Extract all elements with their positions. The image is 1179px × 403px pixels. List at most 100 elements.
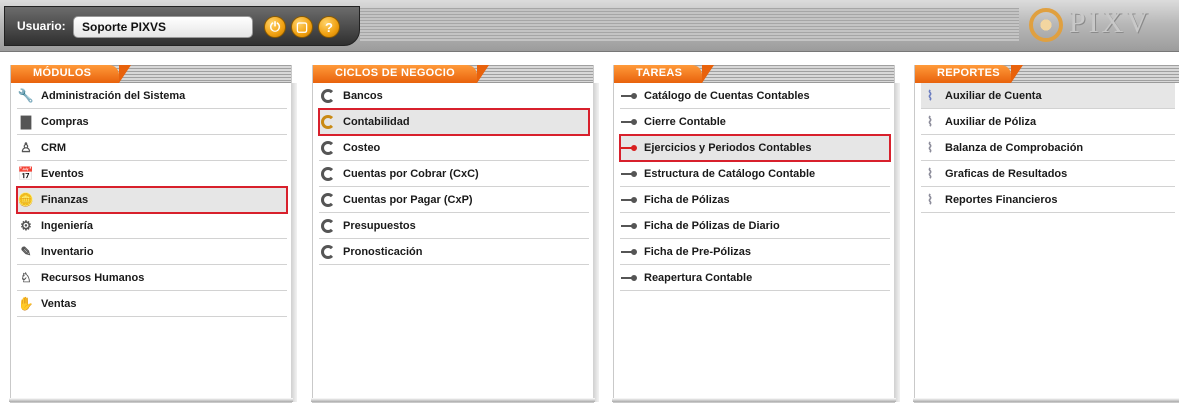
cycle-pronosticacion[interactable]: Pronosticación [319,239,589,265]
panel-edge [593,83,599,402]
cycle-label: Pronosticación [343,245,423,258]
module-recursos-humanos[interactable]: ♘ Recursos Humanos [17,265,287,291]
reportes-tab: REPORTES [915,65,1023,83]
cycle-label: Contabilidad [343,115,410,128]
report-auxiliar-cuenta[interactable]: ⌇ Auxiliar de Cuenta [921,83,1175,109]
tools-icon: 🔧 [17,87,35,103]
brand-logo: PIXV [1029,6,1179,46]
logo-mark-icon [1029,8,1063,43]
cycle-contabilidad[interactable]: Contabilidad [318,108,590,136]
cycle-presupuestos[interactable]: Presupuestos [319,213,589,239]
modulos-header: MÓDULOS [11,65,291,83]
task-ficha-polizas-diario[interactable]: Ficha de Pólizas de Diario [620,213,890,239]
module-label: Eventos [41,167,84,180]
cycle-label: Bancos [343,89,383,102]
module-label: Ingeniería [41,219,93,232]
window-button[interactable]: ▢ [291,16,313,38]
module-label: Recursos Humanos [41,271,145,284]
modulos-tab: MÓDULOS [11,65,131,83]
task-label: Ficha de Pólizas de Diario [644,219,780,232]
brand-text: PIXV [1069,6,1152,39]
reportes-panel: REPORTES ⌇ Auxiliar de Cuenta ⌇ Auxiliar… [913,65,1179,403]
module-ingenieria[interactable]: ⚙ Ingeniería [17,213,287,239]
window-icon: ▢ [295,19,309,34]
pin-icon [621,170,637,177]
module-inventario[interactable]: ✎ Inventario [17,239,287,265]
power-button[interactable]: ⏻ [264,16,286,38]
task-estructura-catalogo[interactable]: Estructura de Catálogo Contable [620,161,890,187]
pin-icon [621,248,637,255]
module-ventas[interactable]: ✋ Ventas [17,291,287,317]
user-icon: ♘ [20,269,32,285]
help-button[interactable]: ? [318,16,340,38]
cycle-label: Presupuestos [343,219,416,232]
cycle-bancos[interactable]: Bancos [319,83,589,109]
task-label: Reapertura Contable [644,271,753,284]
paperclip-icon: ⌇ [926,113,934,129]
report-label: Graficas de Resultados [945,167,1068,180]
cycle-cxc[interactable]: Cuentas por Cobrar (CxC) [319,161,589,187]
cycle-icon [321,166,335,181]
report-label: Reportes Financieros [945,193,1058,206]
task-catalogo-cuentas[interactable]: Catálogo de Cuentas Contables [620,83,890,109]
hand-icon: ✋ [17,295,35,311]
task-ficha-polizas[interactable]: Ficha de Pólizas [620,187,890,213]
user-name-field: Soporte PIXVS [73,16,253,38]
task-label: Ejercicios y Periodos Contables [644,141,812,154]
paperclip-icon: ⌇ [926,191,934,207]
report-label: Auxiliar de Póliza [945,115,1037,128]
cycle-costeo[interactable]: Costeo [319,135,589,161]
cycle-icon [321,192,335,207]
task-cierre-contable[interactable]: Cierre Contable [620,109,890,135]
paperclip-icon: ⌇ [926,87,934,103]
panel-bottom [913,398,1179,402]
module-administracion[interactable]: 🔧 Administración del Sistema [17,83,287,109]
pin-icon [621,118,637,125]
cycle-label: Costeo [343,141,381,154]
pin-icon [621,222,637,229]
module-label: Finanzas [41,193,89,206]
person-icon: ♙ [20,139,32,155]
coins-icon: 🪙 [17,191,35,207]
module-compras[interactable]: ▇ Compras [17,109,287,135]
task-label: Estructura de Catálogo Contable [644,167,816,180]
pin-icon [621,92,637,99]
cycle-icon [321,140,335,155]
box-icon: ▇ [21,113,31,129]
module-eventos[interactable]: 📅 Eventos [17,161,287,187]
paperclip-icon: ⌇ [926,139,934,155]
report-label: Auxiliar de Cuenta [945,89,1042,102]
report-auxiliar-poliza[interactable]: ⌇ Auxiliar de Póliza [921,109,1175,135]
report-label: Balanza de Comprobación [945,141,1084,154]
module-label: Inventario [41,245,94,258]
power-icon: ⏻ [269,19,281,34]
task-ficha-pre-polizas[interactable]: Ficha de Pre-Pólizas [620,239,890,265]
task-reapertura-contable[interactable]: Reapertura Contable [620,265,890,291]
tareas-panel: TAREAS Catálogo de Cuentas Contables Cie… [612,65,900,403]
module-label: Compras [41,115,89,128]
panel-bottom [311,398,595,402]
modulos-panel: MÓDULOS 🔧 Administración del Sistema ▇ C… [9,65,297,403]
module-crm[interactable]: ♙ CRM [17,135,287,161]
module-finanzas[interactable]: 🪙 Finanzas [16,186,288,214]
report-graficas[interactable]: ⌇ Graficas de Resultados [921,161,1175,187]
ciclos-tab: CICLOS DE NEGOCIO [313,65,489,83]
gears-icon: ⚙ [20,217,32,233]
report-balanza[interactable]: ⌇ Balanza de Comprobación [921,135,1175,161]
cycle-label: Cuentas por Pagar (CxP) [343,193,473,206]
ciclos-header: CICLOS DE NEGOCIO [313,65,593,83]
module-label: Administración del Sistema [41,89,186,102]
panel-edge [291,83,297,402]
task-ejercicios-periodos[interactable]: Ejercicios y Periodos Contables [619,134,891,162]
task-label: Cierre Contable [644,115,726,128]
module-label: CRM [41,141,67,154]
panel-bottom [9,398,293,402]
reportes-header: REPORTES [915,65,1179,83]
cycle-icon [321,244,335,259]
cycle-cxp[interactable]: Cuentas por Pagar (CxP) [319,187,589,213]
task-label: Ficha de Pre-Pólizas [644,245,751,258]
module-label: Ventas [41,297,77,310]
report-financieros[interactable]: ⌇ Reportes Financieros [921,187,1175,213]
user-label: Usuario: [17,19,66,33]
user-panel: Usuario: Soporte PIXVS ⏻ ▢ ? [4,6,360,46]
